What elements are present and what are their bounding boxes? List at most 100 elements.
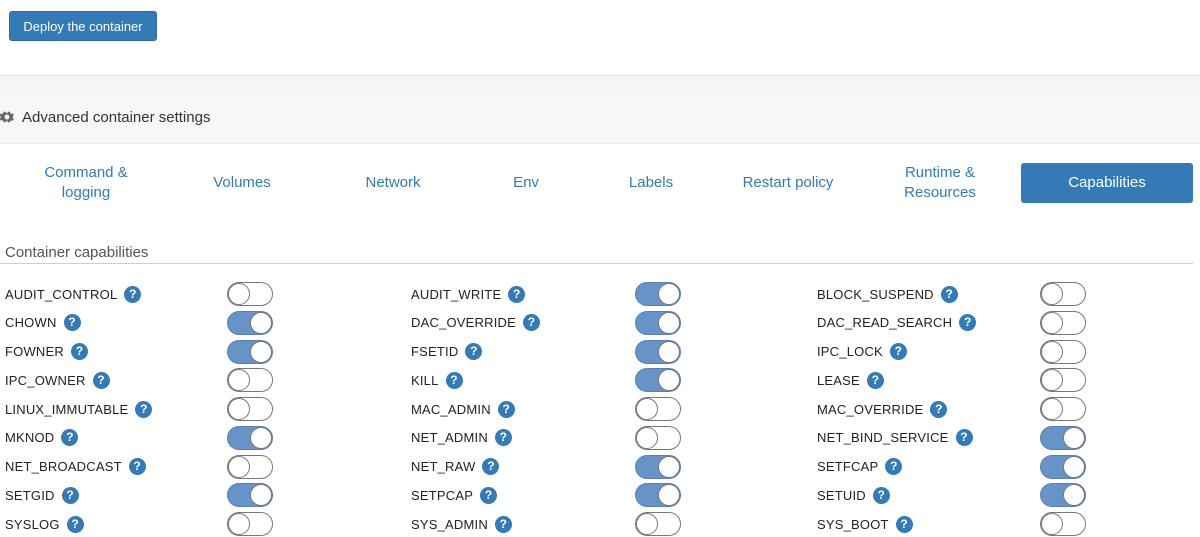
help-icon[interactable]: ? bbox=[124, 285, 142, 303]
capability-label-linux-immutable: LINUX_IMMUTABLE? bbox=[5, 399, 153, 419]
help-icon[interactable]: ? bbox=[866, 371, 884, 389]
tab-label: Capabilities bbox=[1068, 174, 1146, 191]
capability-label-mknod: MKNOD? bbox=[5, 428, 79, 448]
tab-label: Network bbox=[365, 174, 421, 191]
help-icon[interactable]: ? bbox=[128, 458, 146, 475]
tab-label: Volumes bbox=[213, 174, 271, 191]
capability-name: SYSLOG bbox=[5, 516, 60, 532]
help-icon[interactable]: ? bbox=[508, 285, 526, 303]
tab-labels[interactable]: Labels bbox=[610, 163, 692, 203]
tab-capabilities[interactable]: Capabilities bbox=[1021, 163, 1193, 203]
capability-toggle-setuid[interactable] bbox=[1040, 483, 1086, 508]
gear-icon bbox=[0, 111, 14, 123]
tab-restart-policy[interactable]: Restart policy bbox=[726, 163, 850, 203]
tab-label: Restart policy bbox=[742, 174, 834, 191]
help-icon[interactable]: ? bbox=[889, 343, 907, 360]
tab-label: Labels bbox=[628, 174, 674, 191]
help-icon[interactable]: ? bbox=[930, 400, 948, 418]
tab-label: Runtime & Resources bbox=[904, 164, 976, 201]
toggle-knob bbox=[1063, 484, 1085, 507]
capability-toggle-setpcap[interactable] bbox=[635, 483, 681, 508]
capability-toggle-dac-override[interactable] bbox=[635, 310, 681, 335]
toggle-knob bbox=[1041, 513, 1063, 535]
capability-toggle-syslog[interactable] bbox=[227, 512, 273, 536]
toggle-knob bbox=[250, 340, 272, 363]
capability-toggle-net-bind-service[interactable] bbox=[1040, 425, 1086, 450]
capability-label-sys-admin: SYS_ADMIN? bbox=[411, 514, 512, 534]
help-icon[interactable]: ? bbox=[92, 371, 110, 389]
capability-toggle-net-raw[interactable] bbox=[635, 454, 681, 479]
capability-label-net-broadcast: NET_BROADCAST? bbox=[5, 457, 146, 477]
toggle-knob bbox=[1041, 369, 1063, 392]
help-icon[interactable]: ? bbox=[135, 400, 153, 418]
capability-name: LEASE bbox=[817, 372, 860, 388]
toggle-knob bbox=[1063, 426, 1085, 449]
capability-name: KILL bbox=[411, 372, 439, 388]
help-icon[interactable]: ? bbox=[61, 486, 79, 504]
capability-toggle-ipc-owner[interactable] bbox=[227, 368, 273, 393]
capability-toggle-fsetid[interactable] bbox=[635, 339, 681, 364]
capability-label-fsetid: FSETID? bbox=[411, 342, 483, 362]
capability-toggle-audit-control[interactable] bbox=[227, 282, 273, 306]
capability-name: NET_BIND_SERVICE bbox=[817, 430, 949, 446]
capability-toggle-sys-admin[interactable] bbox=[635, 512, 681, 536]
toggle-knob bbox=[658, 283, 680, 305]
help-icon[interactable]: ? bbox=[445, 371, 463, 389]
capability-label-net-bind-service: NET_BIND_SERVICE? bbox=[817, 428, 973, 448]
deploy-container-button[interactable]: Deploy the container bbox=[9, 11, 157, 41]
capability-toggle-mknod[interactable] bbox=[227, 425, 273, 450]
toggle-knob bbox=[228, 455, 250, 478]
capability-toggle-net-broadcast[interactable] bbox=[227, 454, 273, 479]
help-icon[interactable]: ? bbox=[66, 515, 84, 533]
capability-toggle-net-admin[interactable] bbox=[635, 425, 681, 450]
help-icon[interactable]: ? bbox=[61, 429, 79, 447]
help-icon[interactable]: ? bbox=[959, 314, 977, 332]
help-icon[interactable]: ? bbox=[940, 285, 958, 303]
tab-network[interactable]: Network bbox=[340, 163, 446, 203]
capability-label-mac-override: MAC_OVERRIDE? bbox=[817, 399, 948, 419]
capability-toggle-setgid[interactable] bbox=[227, 483, 273, 508]
toggle-knob bbox=[250, 484, 272, 507]
help-icon[interactable]: ? bbox=[63, 314, 81, 332]
help-icon[interactable]: ? bbox=[955, 429, 973, 447]
tab-env[interactable]: Env bbox=[490, 163, 562, 203]
help-icon[interactable]: ? bbox=[895, 515, 913, 533]
toggle-knob bbox=[658, 369, 680, 392]
toggle-knob bbox=[636, 513, 658, 535]
capability-label-audit-control: AUDIT_CONTROL? bbox=[5, 284, 142, 304]
capability-name: SETUID bbox=[817, 487, 866, 503]
toggle-knob bbox=[228, 283, 250, 305]
capability-toggle-mac-override[interactable] bbox=[1040, 397, 1086, 421]
capability-toggle-ipc-lock[interactable] bbox=[1040, 339, 1086, 364]
help-icon[interactable]: ? bbox=[480, 486, 498, 504]
tab-runtime-resources[interactable]: Runtime & Resources bbox=[880, 163, 1000, 203]
capability-toggle-audit-write[interactable] bbox=[635, 282, 681, 306]
help-icon[interactable]: ? bbox=[497, 400, 515, 418]
help-icon[interactable]: ? bbox=[70, 343, 88, 360]
help-icon[interactable]: ? bbox=[885, 458, 903, 475]
capability-toggle-linux-immutable[interactable] bbox=[227, 397, 273, 421]
help-icon[interactable]: ? bbox=[872, 486, 890, 504]
help-icon[interactable]: ? bbox=[522, 314, 540, 332]
capability-name: IPC_OWNER bbox=[5, 372, 86, 388]
capability-toggle-block-suspend[interactable] bbox=[1040, 282, 1086, 306]
capability-toggle-dac-read-search[interactable] bbox=[1040, 310, 1086, 335]
capability-toggle-lease[interactable] bbox=[1040, 368, 1086, 393]
capability-toggle-sys-boot[interactable] bbox=[1040, 512, 1086, 536]
capability-toggle-mac-admin[interactable] bbox=[635, 397, 681, 421]
help-icon[interactable]: ? bbox=[465, 343, 483, 360]
help-icon[interactable]: ? bbox=[482, 458, 500, 475]
capability-label-setuid: SETUID? bbox=[817, 485, 890, 505]
capability-toggle-chown[interactable] bbox=[227, 310, 273, 335]
help-icon[interactable]: ? bbox=[494, 515, 512, 533]
capability-toggle-fowner[interactable] bbox=[227, 339, 273, 364]
capability-name: DAC_READ_SEARCH bbox=[817, 315, 953, 331]
tab-label: Command & logging bbox=[44, 164, 128, 201]
capability-toggle-kill[interactable] bbox=[635, 368, 681, 393]
capability-toggle-setfcap[interactable] bbox=[1040, 454, 1086, 479]
tab-command-logging[interactable]: Command & logging bbox=[20, 163, 152, 203]
tab-volumes[interactable]: Volumes bbox=[190, 163, 294, 203]
capability-name: NET_RAW bbox=[411, 459, 476, 474]
capability-name: SETGID bbox=[5, 487, 55, 503]
help-icon[interactable]: ? bbox=[494, 429, 512, 447]
